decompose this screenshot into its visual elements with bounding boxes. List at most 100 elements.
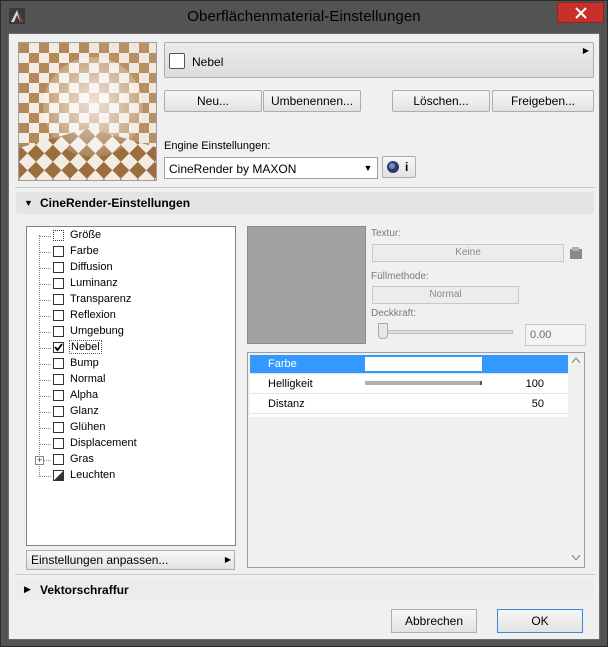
tree-item-label: Glühen [70, 421, 106, 433]
tree-item[interactable]: Transparenz [27, 292, 227, 308]
tree-item-label: Displacement [70, 437, 137, 449]
scroll-down-icon[interactable] [572, 555, 580, 561]
vector-section-title: Vektorschraffur [40, 583, 129, 597]
channel-checkbox[interactable] [53, 422, 64, 433]
opacity-slider-track[interactable] [379, 330, 513, 334]
tree-item[interactable]: Diffusion [27, 260, 227, 276]
preview-image [19, 43, 156, 180]
param-row-color[interactable]: Farbe [250, 355, 568, 374]
chevron-down-icon: ▼ [363, 163, 373, 173]
channel-checkbox[interactable] [53, 230, 64, 241]
channel-checkbox[interactable] [53, 246, 64, 257]
channel-checkbox[interactable] [53, 406, 64, 417]
tree-connector [39, 476, 51, 477]
tree-connector [39, 236, 51, 237]
tree-item-label: Glanz [70, 405, 99, 417]
material-swatch [169, 53, 185, 69]
channel-checkbox[interactable] [53, 470, 64, 481]
channel-checkbox[interactable] [53, 326, 64, 337]
close-button[interactable] [557, 2, 604, 23]
tree-item-label: Bump [70, 357, 99, 369]
window-title: Oberflächenmaterial-Einstellungen [187, 8, 421, 25]
material-selector[interactable]: Nebel ▶ [164, 42, 594, 78]
tree-connector [39, 300, 51, 301]
expand-plus-icon[interactable]: + [35, 456, 44, 465]
tree-item-label: Transparenz [70, 293, 132, 305]
channel-checkbox[interactable] [53, 310, 64, 321]
engine-info-button[interactable]: i [382, 156, 416, 178]
brightness-bar-fill [365, 381, 482, 385]
channel-checkbox[interactable] [53, 342, 64, 353]
opacity-slider-thumb[interactable] [378, 323, 388, 339]
channel-checkbox[interactable] [53, 438, 64, 449]
channel-checkbox[interactable] [53, 294, 64, 305]
tree-connector [39, 444, 51, 445]
tree-item[interactable]: Normal [27, 372, 227, 388]
channel-checkbox[interactable] [53, 278, 64, 289]
tree-item[interactable]: Größe [27, 228, 227, 244]
tree-item[interactable]: Alpha [27, 388, 227, 404]
brightness-bar[interactable] [365, 381, 482, 385]
close-icon [574, 6, 587, 19]
channel-checkbox[interactable] [53, 262, 64, 273]
texture-folder-icon[interactable] [568, 245, 584, 261]
channel-checkbox[interactable] [53, 374, 64, 385]
material-name: Nebel [192, 55, 224, 69]
tree-item-label: Leuchten [70, 469, 116, 481]
material-preview [18, 42, 157, 181]
tree-item-label: Normal [70, 373, 106, 385]
tree-item-label: Farbe [70, 245, 99, 257]
divider [15, 574, 595, 575]
new-button[interactable]: Neu... [164, 90, 262, 112]
param-row-brightness[interactable]: Helligkeit 100 [250, 375, 568, 394]
tree-item[interactable]: Bump [27, 356, 227, 372]
channel-tree[interactable]: Größe Farbe Diffusion Luminanz Transparenz Re… [26, 226, 236, 546]
tree-item[interactable]: + Gras [27, 452, 227, 468]
tree-item[interactable]: Farbe [27, 244, 227, 260]
dialog-window: Oberflächenmaterial-Einstellungen Nebel … [0, 0, 608, 647]
fill-method-button[interactable]: Normal [372, 286, 519, 304]
vector-section-header[interactable]: ▶ Vektorschraffur [16, 580, 594, 600]
rename-button[interactable]: Umbenennen... [263, 90, 361, 112]
texture-preview[interactable] [247, 226, 366, 344]
channel-checkbox[interactable] [53, 358, 64, 369]
cinerender-section-title: CineRender-Einstellungen [40, 196, 191, 210]
tree-item[interactable]: Nebel [27, 340, 227, 356]
tree-item-label: Größe [70, 229, 102, 241]
tree-item[interactable]: Luminanz [27, 276, 227, 292]
tree-item[interactable]: Glanz [27, 404, 227, 420]
delete-button[interactable]: Löschen... [392, 90, 490, 112]
channel-checkbox[interactable] [53, 454, 64, 465]
title-bar[interactable]: Oberflächenmaterial-Einstellungen [1, 1, 607, 33]
tree-item[interactable]: Displacement [27, 436, 227, 452]
channel-checkbox[interactable] [53, 390, 64, 401]
tree-connector [39, 396, 51, 397]
tree-item[interactable]: Reflexion [27, 308, 227, 324]
share-button[interactable]: Freigeben... [492, 90, 594, 112]
tree-connector [39, 316, 51, 317]
param-row-distance[interactable]: Distanz 50 [250, 395, 568, 414]
param-value: 50 [531, 398, 544, 410]
tree-item[interactable]: Umgebung [27, 324, 227, 340]
tree-item[interactable]: Glühen [27, 420, 227, 436]
tree-connector [39, 348, 51, 349]
customize-settings-button[interactable]: Einstellungen anpassen... ▶ [26, 550, 235, 570]
customize-settings-label: Einstellungen anpassen... [31, 553, 169, 567]
fill-method-label: Füllmethode: [371, 271, 429, 282]
engine-select[interactable]: CineRender by MAXON ▼ [164, 157, 378, 179]
cancel-button[interactable]: Abbrechen [391, 609, 477, 633]
ok-button[interactable]: OK [497, 609, 583, 633]
opacity-field[interactable]: 0.00 [525, 324, 586, 346]
color-swatch-field[interactable] [365, 357, 482, 371]
parameter-scrollbar[interactable] [568, 353, 584, 567]
tree-connector [39, 412, 51, 413]
tree-connector [39, 364, 51, 365]
dialog-client: Nebel ▶ Neu... Umbenennen... Löschen... … [8, 33, 600, 640]
tree-item-label: Reflexion [70, 309, 116, 321]
tree-item[interactable]: Leuchten [27, 468, 227, 484]
texture-button[interactable]: Keine [372, 244, 564, 262]
cinerender-section-header[interactable]: ▼ CineRender-Einstellungen [16, 192, 594, 214]
scroll-up-icon[interactable] [572, 357, 580, 363]
flyout-arrow-icon: ▶ [224, 555, 231, 564]
expanded-triangle-icon: ▼ [24, 198, 33, 208]
